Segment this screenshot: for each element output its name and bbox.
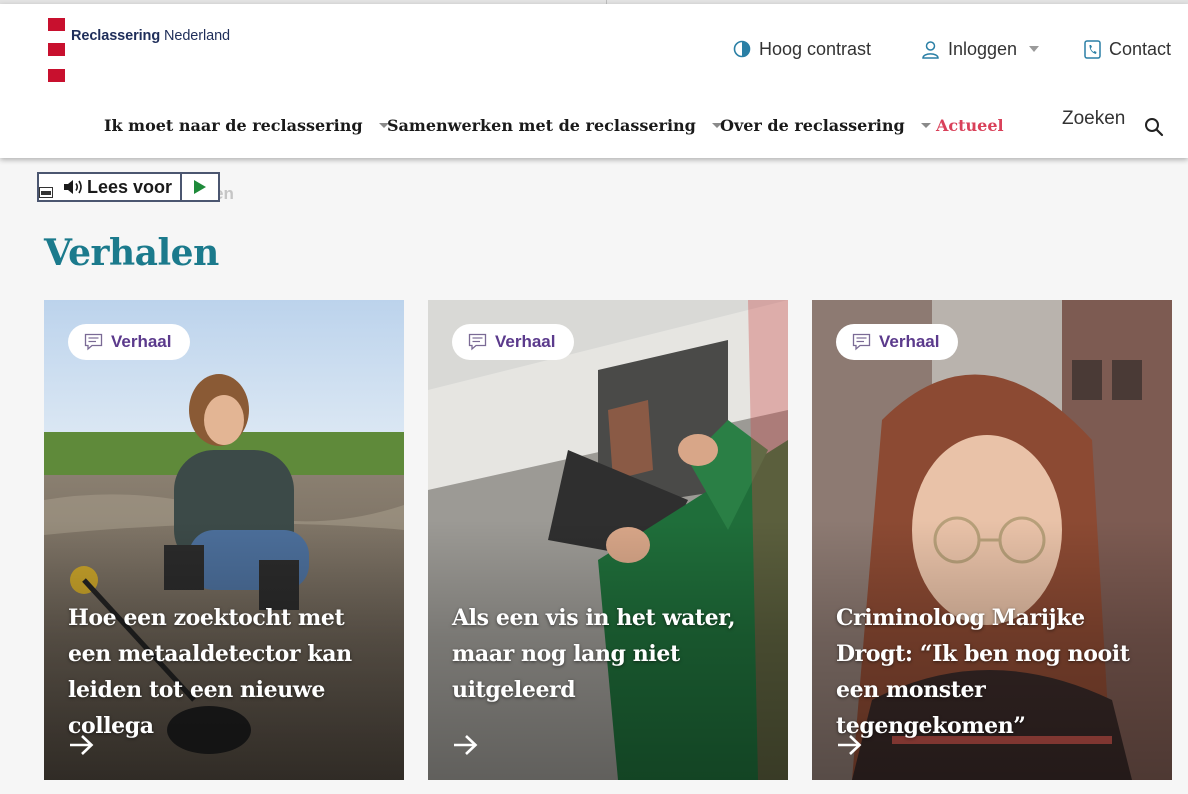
- speech-bubble-icon: [468, 333, 487, 351]
- site-header: Reclassering Nederland Hoog contrast Inl…: [0, 4, 1188, 158]
- badge-label: Verhaal: [495, 332, 556, 351]
- content-type-badge: Verhaal: [836, 324, 958, 360]
- nav-item-over-de-reclassering[interactable]: Over de reclassering: [720, 108, 931, 142]
- play-button[interactable]: [180, 174, 218, 200]
- high-contrast-button[interactable]: Hoog contrast: [733, 38, 871, 60]
- nav-item-label: Samenwerken met de reclassering: [387, 115, 696, 135]
- chevron-down-icon: [1029, 46, 1040, 52]
- phone-icon: [1084, 39, 1101, 59]
- logo-bar: [48, 18, 65, 31]
- story-card[interactable]: Verhaal Criminoloog Marijke Drogt: “Ik b…: [812, 300, 1172, 780]
- nav-item-label: Actueel: [936, 115, 1004, 135]
- story-card[interactable]: Verhaal Hoe een zoektocht met een metaal…: [44, 300, 404, 780]
- logo-wordmark: Reclassering Nederland: [71, 28, 231, 44]
- search-icon[interactable]: [1144, 117, 1164, 137]
- speech-bubble-icon: [852, 333, 871, 351]
- speech-bubble-icon: [84, 333, 103, 351]
- logo-bar: [48, 69, 65, 82]
- login-menu[interactable]: Inloggen: [921, 38, 1040, 60]
- nav-item-label: Ik moet naar de reclassering: [104, 115, 363, 135]
- logo-bar: [48, 43, 65, 56]
- contact-label: Contact: [1109, 38, 1172, 59]
- badge-label: Verhaal: [879, 332, 940, 351]
- contact-link[interactable]: Contact: [1084, 38, 1171, 60]
- speaker-icon: [64, 180, 82, 194]
- nav-item-actueel[interactable]: Actueel: [936, 108, 1004, 142]
- dropdown-triangle-icon: [920, 122, 931, 128]
- search-button[interactable]: Zoeken: [1062, 108, 1125, 130]
- content-type-badge: Verhaal: [452, 324, 574, 360]
- login-label: Inloggen: [948, 38, 1018, 59]
- nav-item-label: Over de reclassering: [720, 115, 905, 135]
- nav-item-ik-moet-naar-de-reclassering[interactable]: Ik moet naar de reclassering: [104, 108, 389, 142]
- high-contrast-label: Hoog contrast: [759, 38, 872, 59]
- badge-label: Verhaal: [111, 332, 172, 351]
- page-title: Verhalen: [44, 232, 219, 274]
- story-title: Hoe een zoektocht met een metaaldetector…: [68, 605, 352, 739]
- arrow-right-icon: [454, 735, 478, 755]
- arrow-right-icon: [838, 735, 862, 755]
- read-aloud-button[interactable]: Lees voor: [39, 174, 180, 200]
- content-type-badge: Verhaal: [68, 324, 190, 360]
- story-card[interactable]: Verhaal Als een vis in het water, maar n…: [428, 300, 788, 780]
- read-aloud-label: Lees voor: [87, 176, 173, 197]
- story-title: Als een vis in het water, maar nog lang …: [452, 605, 736, 703]
- play-icon: [194, 180, 206, 194]
- contrast-icon: [733, 40, 751, 58]
- nav-item-samenwerken[interactable]: Samenwerken met de reclassering: [387, 108, 722, 142]
- arrow-right-icon: [70, 735, 94, 755]
- site-logo[interactable]: Reclassering Nederland: [48, 18, 248, 82]
- user-icon: [922, 40, 939, 59]
- main-navigation: Ik moet naar de reclassering Samenwerken…: [0, 108, 1188, 142]
- story-title: Criminoloog Marijke Drogt: “Ik ben nog n…: [836, 605, 1130, 739]
- readspeaker-widget: Lees voor: [37, 172, 220, 202]
- menu-icon[interactable]: [39, 187, 53, 198]
